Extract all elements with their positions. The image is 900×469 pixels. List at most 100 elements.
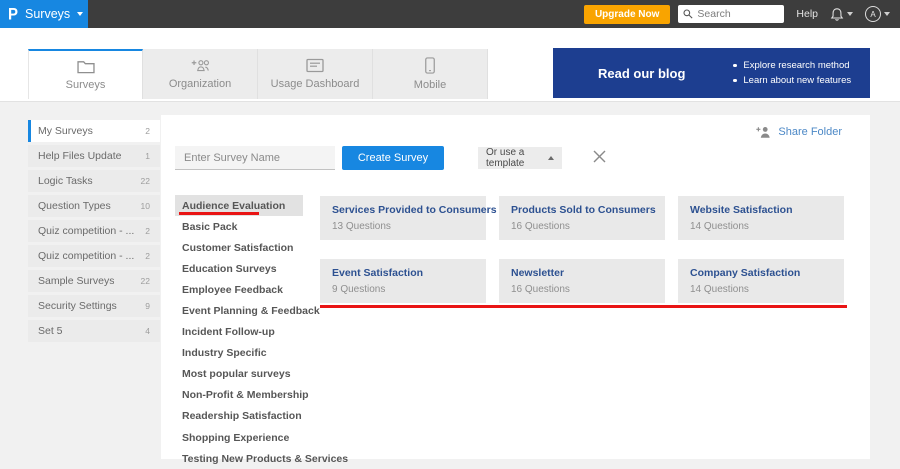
help-link[interactable]: Help [796, 8, 818, 20]
blog-banner-title: Read our blog [598, 65, 686, 81]
category-shopping-experience[interactable]: Shopping Experience [175, 427, 303, 448]
sidebar-item-count: 2 [145, 251, 150, 261]
sidebar-item-set-5[interactable]: Set 5 4 [28, 320, 160, 342]
share-folder-button[interactable]: Share Folder [755, 125, 842, 139]
chevron-down-icon [884, 12, 890, 16]
category-non-profit-membership[interactable]: Non-Profit & Membership [175, 385, 309, 406]
template-title: Company Satisfaction [690, 267, 801, 279]
category-audience-evaluation[interactable]: Audience Evaluation [175, 195, 303, 217]
template-card-website-satisfaction[interactable]: Website Satisfaction 14 Questions [678, 196, 844, 240]
category-event-planning-feedback[interactable]: Event Planning & Feedback [175, 300, 320, 321]
tab-bar: Surveys Organization Usage Dashboard Mob… [28, 49, 488, 99]
template-card-services-provided[interactable]: Services Provided to Consumers 13 Questi… [320, 196, 497, 240]
sidebar-item-count: 9 [145, 301, 150, 311]
category-incident-follow-up[interactable]: Incident Follow-up [175, 322, 303, 343]
template-question-count: 14 Questions [690, 284, 749, 295]
sidebar-item-label: Security Settings [38, 300, 117, 312]
add-people-icon [191, 60, 209, 72]
proprofs-logo-icon: P [8, 4, 19, 24]
template-card-newsletter[interactable]: Newsletter 16 Questions [499, 259, 665, 303]
category-customer-satisfaction[interactable]: Customer Satisfaction [175, 237, 303, 258]
sidebar-item-label: Quiz competition - ... [38, 250, 135, 262]
template-title: Newsletter [511, 267, 565, 279]
top-bar: P Surveys Upgrade Now Help A [0, 0, 900, 28]
sidebar-item-count: 2 [145, 126, 150, 136]
template-category-list: Audience Evaluation Basic Pack Customer … [175, 195, 348, 469]
search-icon [683, 9, 693, 19]
sidebar-item-my-surveys[interactable]: My Surveys 2 [28, 120, 160, 142]
blog-bullet-list: Explore research method Learn about new … [733, 60, 851, 86]
chevron-down-icon [77, 12, 84, 16]
sidebar-item-quiz-competition-2[interactable]: Quiz competition - ... 2 [28, 245, 160, 267]
tab-label: Organization [168, 78, 232, 90]
search-input[interactable] [697, 8, 778, 20]
sidebar-item-help-files-update[interactable]: Help Files Update 1 [28, 145, 160, 167]
category-basic-pack[interactable]: Basic Pack [175, 216, 303, 237]
upgrade-now-button[interactable]: Upgrade Now [583, 4, 671, 24]
template-title: Products Sold to Consumers [511, 204, 656, 216]
sidebar-item-label: Logic Tasks [38, 175, 93, 187]
bell-icon [830, 7, 844, 21]
template-question-count: 14 Questions [690, 221, 749, 232]
mobile-icon [425, 57, 435, 74]
sidebar-item-logic-tasks[interactable]: Logic Tasks 22 [28, 170, 160, 192]
tab-organization[interactable]: Organization [143, 49, 258, 99]
template-dropdown[interactable]: Or use a template [478, 147, 562, 169]
main-panel: Share Folder Create Survey Or use a temp… [161, 115, 870, 465]
annotation-underline-template-rows [320, 305, 847, 308]
category-most-popular-surveys[interactable]: Most popular surveys [175, 364, 303, 385]
category-readership-satisfaction[interactable]: Readership Satisfaction [175, 406, 303, 427]
sidebar-item-label: My Surveys [38, 125, 93, 137]
category-industry-specific[interactable]: Industry Specific [175, 343, 303, 364]
tab-usage-dashboard[interactable]: Usage Dashboard [258, 49, 373, 99]
tab-label: Usage Dashboard [270, 78, 360, 90]
app-root: P Surveys Upgrade Now Help A [0, 0, 900, 465]
global-search[interactable] [678, 5, 785, 23]
template-dropdown-label: Or use a template [486, 147, 525, 169]
template-title: Event Satisfaction [332, 267, 424, 279]
create-survey-button[interactable]: Create Survey [342, 146, 444, 170]
template-question-count: 16 Questions [511, 284, 570, 295]
tab-surveys[interactable]: Surveys [28, 49, 143, 99]
survey-name-input[interactable] [175, 146, 335, 170]
template-card-products-sold[interactable]: Products Sold to Consumers 16 Questions [499, 196, 665, 240]
folders-sidebar: My Surveys 2 Help Files Update 1 Logic T… [28, 120, 160, 345]
sidebar-item-count: 4 [145, 326, 150, 336]
tab-label: Mobile [413, 79, 447, 91]
sidebar-item-label: Set 5 [38, 325, 63, 337]
template-question-count: 13 Questions [332, 221, 391, 232]
read-our-blog-banner[interactable]: Read our blog Explore research method Le… [553, 48, 870, 98]
share-person-icon [756, 127, 771, 138]
folder-icon [76, 61, 95, 74]
header-strip: Surveys Organization Usage Dashboard Mob… [0, 28, 900, 102]
template-card-event-satisfaction[interactable]: Event Satisfaction 9 Questions [320, 259, 486, 303]
sidebar-item-quiz-competition-1[interactable]: Quiz competition - ... 2 [28, 220, 160, 242]
sidebar-item-question-types[interactable]: Question Types 10 [28, 195, 160, 217]
category-employee-feedback[interactable]: Employee Feedback [175, 279, 303, 300]
sidebar-item-sample-surveys[interactable]: Sample Surveys 22 [28, 270, 160, 292]
sidebar-item-label: Help Files Update [38, 150, 122, 162]
account-menu[interactable]: A [865, 6, 890, 22]
sidebar-item-label: Quiz competition - ... [38, 225, 135, 237]
tab-mobile[interactable]: Mobile [373, 49, 488, 99]
sidebar-item-count: 22 [140, 276, 150, 286]
sidebar-item-count: 10 [140, 201, 150, 211]
sidebar-item-count: 2 [145, 226, 150, 236]
category-education-surveys[interactable]: Education Surveys [175, 258, 303, 279]
blog-bullet: Explore research method [733, 60, 851, 71]
dashboard-icon [306, 58, 324, 73]
avatar: A [865, 6, 881, 22]
close-template-panel-button[interactable] [591, 148, 607, 164]
sidebar-item-security-settings[interactable]: Security Settings 9 [28, 295, 160, 317]
sidebar-item-label: Sample Surveys [38, 275, 115, 287]
product-switcher[interactable]: P Surveys [0, 0, 88, 28]
close-icon [593, 150, 605, 162]
template-title: Services Provided to Consumers [332, 204, 497, 216]
template-question-count: 16 Questions [511, 221, 570, 232]
sidebar-item-label: Question Types [38, 200, 111, 212]
share-folder-label: Share Folder [778, 126, 842, 138]
template-card-company-satisfaction[interactable]: Company Satisfaction 14 Questions [678, 259, 844, 303]
product-name: Surveys [25, 7, 71, 21]
template-cards-grid: Services Provided to Consumers 13 Questi… [320, 196, 851, 303]
notifications-menu[interactable] [830, 7, 853, 22]
